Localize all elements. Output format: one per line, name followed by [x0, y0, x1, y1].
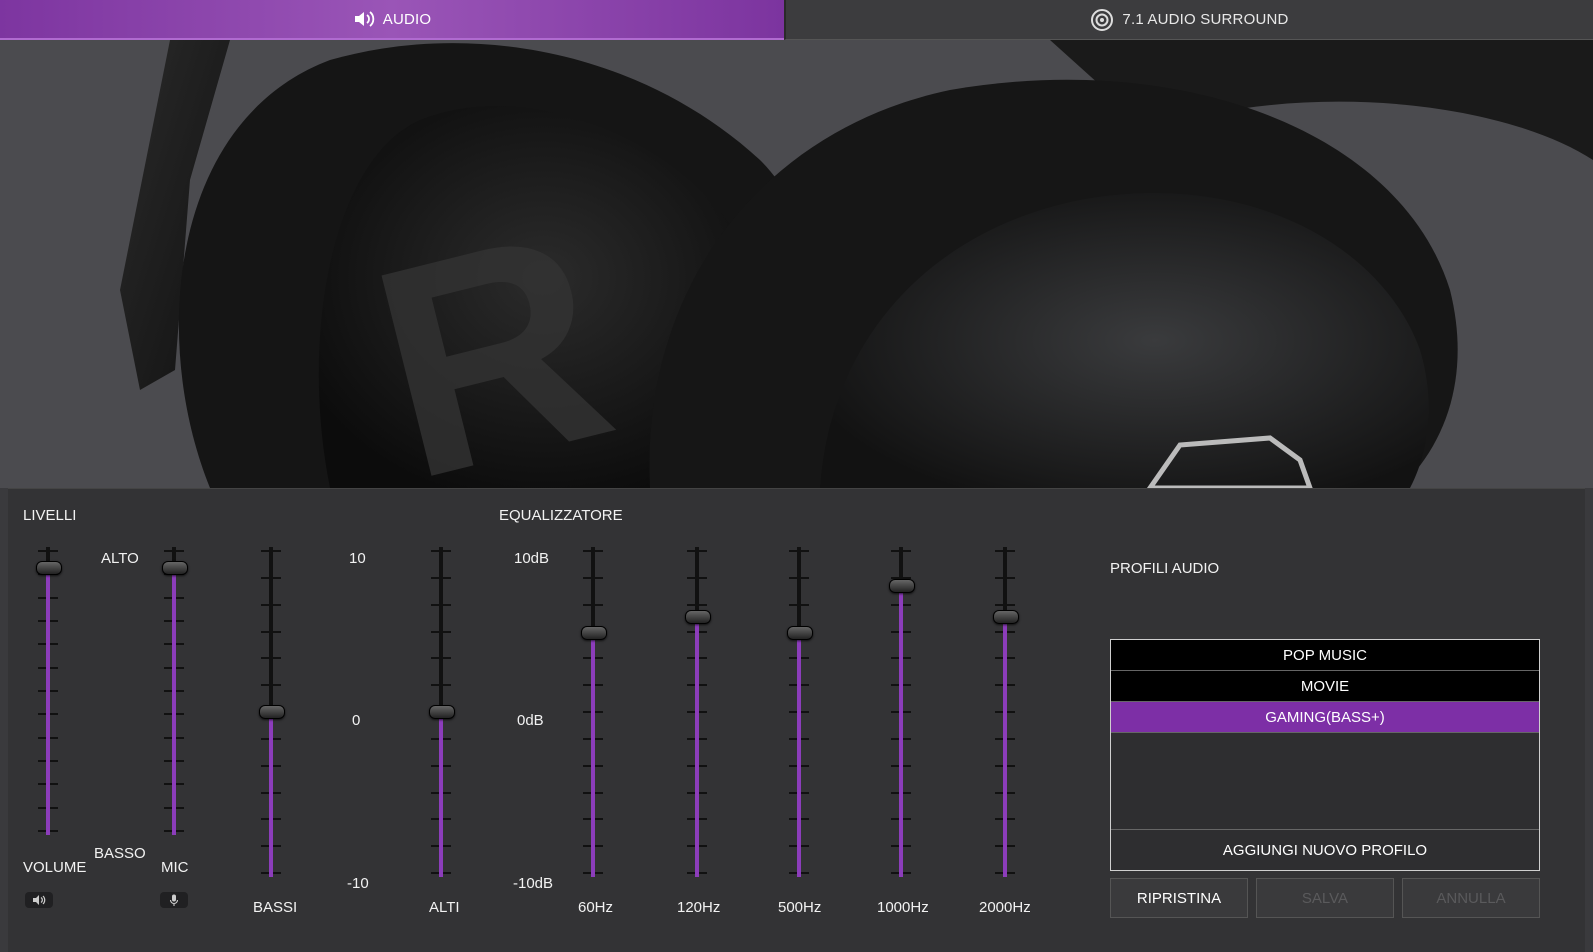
slider-knob[interactable]	[162, 560, 188, 575]
audio-control-panel: LIVELLI ALTO BASSO VOLUME MIC 10 0 -10 B…	[8, 488, 1585, 952]
slider-tick	[995, 603, 1015, 606]
eq-scale-mid: 0dB	[517, 712, 544, 729]
reset-button[interactable]: RIPRISTINA	[1110, 878, 1248, 918]
surround-icon	[1090, 8, 1114, 32]
slider-tick	[261, 550, 281, 552]
level-high-label: ALTO	[101, 550, 139, 567]
tab-bar: AUDIO 7.1 AUDIO SURROUND	[0, 0, 1593, 40]
slider-tick	[789, 550, 809, 552]
slider-tick	[583, 550, 603, 552]
speaker-icon	[353, 10, 375, 28]
slider-tick	[995, 576, 1015, 579]
slider-tick	[261, 576, 281, 579]
slider-tick	[583, 603, 603, 606]
eq-scale-top: 10dB	[514, 550, 550, 567]
bass-slider[interactable]	[251, 547, 291, 877]
equalizer-title: EQUALIZZATORE	[499, 507, 623, 524]
slider-fill	[1003, 622, 1007, 877]
slider-knob[interactable]	[36, 560, 62, 575]
bass-label: BASSI	[253, 899, 298, 916]
slider-tick	[687, 550, 707, 552]
slider-knob[interactable]	[259, 705, 285, 719]
eq-120hz-slider[interactable]	[677, 547, 717, 877]
eq-2000hz-slider[interactable]	[985, 547, 1025, 877]
slider-fill	[439, 717, 443, 877]
slider-tick	[431, 657, 451, 660]
slider-fill	[797, 638, 801, 877]
slider-tick	[431, 603, 451, 606]
eq-500hz-slider[interactable]	[779, 547, 819, 877]
profile-list: POP MUSIC MOVIE GAMING(BASS+) AGGIUNGI N…	[1110, 639, 1540, 871]
add-profile-button[interactable]: AGGIUNGI NUOVO PROFILO	[1111, 829, 1539, 870]
volume-label: VOLUME	[23, 859, 87, 876]
eq-1000hz-label: 1000Hz	[877, 899, 929, 916]
slider-knob[interactable]	[993, 610, 1019, 625]
save-button[interactable]: SALVA	[1256, 878, 1394, 918]
cancel-button[interactable]: ANNULLA	[1402, 878, 1540, 918]
eq-500hz-label: 500Hz	[778, 899, 822, 916]
profile-item-gaming-bass[interactable]: GAMING(BASS+)	[1111, 702, 1539, 733]
profile-item-pop-music[interactable]: POP MUSIC	[1111, 640, 1539, 671]
slider-tick	[687, 603, 707, 606]
slider-tick	[261, 657, 281, 660]
slider-knob[interactable]	[429, 705, 455, 719]
slider-tick	[431, 630, 451, 633]
slider-fill	[172, 572, 176, 835]
slider-knob[interactable]	[787, 626, 813, 640]
slider-tick	[164, 550, 184, 552]
slider-tick	[431, 684, 451, 687]
slider-fill	[46, 572, 50, 835]
tone-scale-mid: 0	[352, 712, 361, 729]
speaker-icon[interactable]	[25, 892, 53, 908]
level-low-label: BASSO	[94, 845, 146, 862]
treble-slider[interactable]	[421, 547, 461, 877]
eq-120hz-label: 120Hz	[677, 899, 721, 916]
slider-tick	[431, 576, 451, 579]
mic-label: MIC	[161, 859, 189, 876]
levels-title: LIVELLI	[23, 507, 77, 524]
slider-tick	[789, 603, 809, 606]
slider-fill	[269, 717, 273, 877]
eq-2000hz-label: 2000Hz	[979, 899, 1031, 916]
slider-fill	[591, 638, 595, 877]
slider-tick	[687, 576, 707, 579]
treble-label: ALTI	[429, 899, 460, 916]
slider-fill	[899, 590, 903, 877]
slider-tick	[995, 550, 1015, 552]
tab-surround[interactable]: 7.1 AUDIO SURROUND	[784, 0, 1593, 40]
tone-scale-top: 10	[349, 550, 366, 567]
profile-item-movie[interactable]: MOVIE	[1111, 671, 1539, 702]
mic-slider[interactable]	[154, 547, 194, 835]
tab-audio-label: AUDIO	[382, 10, 432, 28]
slider-knob[interactable]	[889, 578, 915, 593]
tab-audio[interactable]: AUDIO	[0, 0, 784, 40]
slider-tick	[261, 603, 281, 606]
slider-tick	[789, 576, 809, 579]
eq-60hz-slider[interactable]	[573, 547, 613, 877]
tone-scale-bottom: -10	[347, 875, 369, 892]
profiles-title: PROFILI AUDIO	[1110, 560, 1220, 577]
slider-tick	[261, 630, 281, 633]
tab-surround-label: 7.1 AUDIO SURROUND	[1122, 11, 1289, 28]
slider-fill	[695, 622, 699, 877]
headset-hero-image: R	[0, 40, 1593, 488]
volume-slider[interactable]	[28, 547, 68, 835]
eq-1000hz-slider[interactable]	[881, 547, 921, 877]
slider-knob[interactable]	[581, 626, 607, 640]
microphone-icon[interactable]	[160, 892, 188, 908]
slider-tick	[261, 684, 281, 687]
slider-tick	[38, 550, 58, 552]
eq-60hz-label: 60Hz	[578, 899, 614, 916]
slider-tick	[891, 550, 911, 552]
slider-knob[interactable]	[685, 610, 711, 625]
eq-scale-bottom: -10dB	[513, 875, 554, 892]
slider-tick	[583, 576, 603, 579]
slider-tick	[431, 550, 451, 552]
